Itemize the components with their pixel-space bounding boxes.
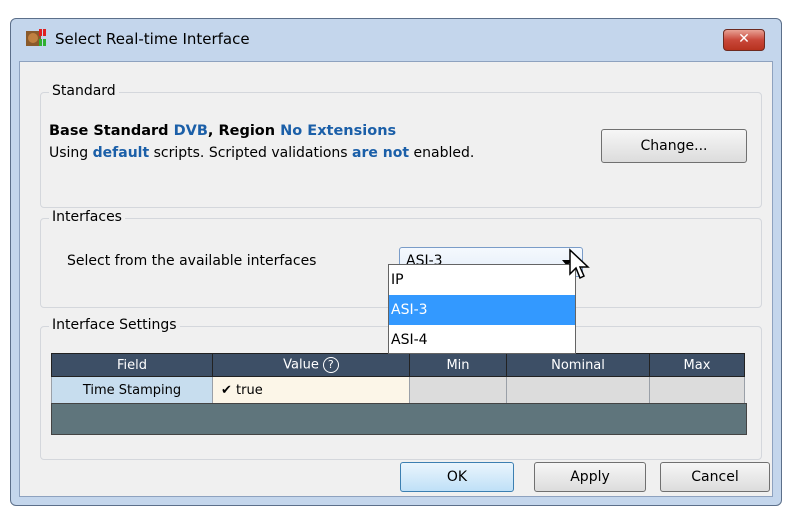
nominal-cell[interactable] bbox=[506, 376, 650, 404]
scripts-summary: Using default scripts. Scripted validati… bbox=[49, 145, 474, 161]
ok-button[interactable]: OK bbox=[400, 462, 514, 492]
validation-status: are not bbox=[352, 145, 410, 161]
standard-value: DVB bbox=[173, 123, 208, 139]
apply-button[interactable]: Apply bbox=[534, 462, 646, 492]
window-title: Select Real-time Interface bbox=[55, 30, 250, 48]
enabled-text: enabled. bbox=[409, 145, 475, 161]
standard-group: Standard Base Standard DVB, Region No Ex… bbox=[40, 83, 762, 208]
dropdown-option-ip[interactable]: IP bbox=[389, 265, 575, 295]
dialog-window: Select Real-time Interface ✕ Standard Ba… bbox=[10, 18, 782, 506]
settings-group-label: Interface Settings bbox=[49, 317, 180, 333]
column-header-field[interactable]: Field bbox=[51, 353, 213, 377]
region-text: , Region bbox=[207, 123, 281, 139]
table-row[interactable]: Time Stamping ✔ true bbox=[51, 376, 745, 404]
value-text: true bbox=[236, 382, 263, 398]
column-header-nominal[interactable]: Nominal bbox=[506, 353, 650, 377]
change-button[interactable]: Change... bbox=[601, 129, 747, 163]
validation-text: scripts. Scripted validations bbox=[149, 145, 353, 161]
field-cell[interactable]: Time Stamping bbox=[51, 376, 213, 404]
interface-dropdown-list[interactable]: IP ASI-3 ASI-4 bbox=[388, 264, 576, 354]
column-header-value[interactable]: Value? bbox=[212, 353, 410, 377]
scripts-value: default bbox=[92, 145, 150, 161]
close-button[interactable]: ✕ bbox=[723, 29, 765, 51]
column-header-value-label: Value bbox=[283, 357, 319, 373]
max-cell[interactable] bbox=[649, 376, 745, 404]
help-icon[interactable]: ? bbox=[322, 357, 339, 373]
dropdown-option-asi-3[interactable]: ASI-3 bbox=[389, 295, 575, 325]
min-cell[interactable] bbox=[409, 376, 507, 404]
title-bar[interactable]: Select Real-time Interface ✕ bbox=[11, 19, 781, 61]
settings-table: Field Value? Min Nominal Max Time Stampi… bbox=[51, 353, 745, 404]
settings-header-row: Field Value? Min Nominal Max bbox=[51, 353, 745, 377]
dropdown-option-asi-4[interactable]: ASI-4 bbox=[389, 325, 575, 355]
column-header-min[interactable]: Min bbox=[409, 353, 507, 377]
interface-prompt: Select from the available interfaces bbox=[67, 253, 317, 269]
app-icon bbox=[26, 29, 46, 46]
value-cell[interactable]: ✔ true bbox=[212, 376, 410, 404]
table-empty-area bbox=[51, 403, 747, 435]
close-icon: ✕ bbox=[738, 31, 750, 47]
mouse-cursor-icon bbox=[569, 248, 590, 280]
scripts-text: Using bbox=[49, 145, 93, 161]
column-header-max[interactable]: Max bbox=[649, 353, 745, 377]
standard-summary: Base Standard DVB, Region No Extensions bbox=[49, 123, 396, 139]
region-value: No Extensions bbox=[280, 123, 397, 139]
interfaces-group-label: Interfaces bbox=[49, 209, 125, 225]
checkmark-icon: ✔ bbox=[221, 382, 232, 398]
standard-text: Base Standard bbox=[49, 123, 174, 139]
standard-group-label: Standard bbox=[49, 83, 119, 99]
cancel-button[interactable]: Cancel bbox=[660, 462, 770, 492]
